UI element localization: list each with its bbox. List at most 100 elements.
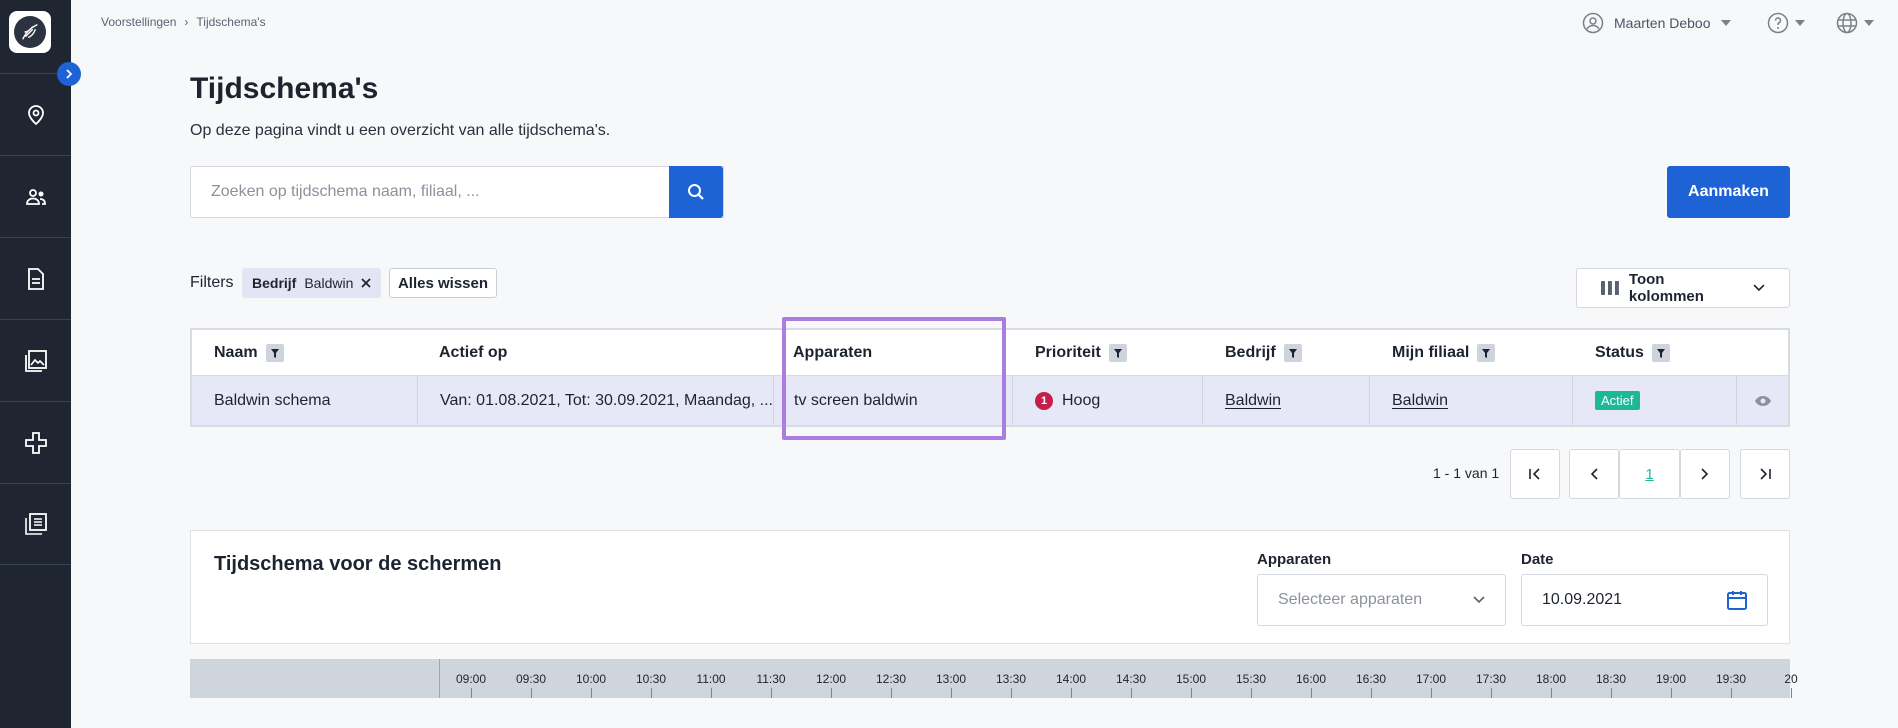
breadcrumb-item-current: Tijdschema's	[196, 15, 266, 29]
nav-plugins[interactable]	[0, 401, 71, 483]
last-page-button[interactable]	[1740, 449, 1790, 499]
language-menu[interactable]	[1836, 12, 1874, 34]
timeline-tick-mark	[1491, 688, 1492, 698]
timeline-tick-label: 14:00	[1055, 672, 1087, 686]
column-header-label: Mijn filiaal	[1392, 344, 1470, 361]
chevron-right-icon	[1701, 468, 1709, 480]
nav-documents[interactable]	[0, 237, 71, 319]
user-circle-icon	[1582, 12, 1604, 34]
filter-icon[interactable]	[1477, 344, 1496, 362]
devices-select-placeholder: Selecteer apparaten	[1278, 591, 1423, 608]
timeline-tick-label: 12:00	[815, 672, 847, 686]
next-page-button[interactable]	[1680, 449, 1730, 499]
page-subtitle: Op deze pagina vindt u een overzicht van…	[190, 122, 611, 139]
priority-label: Hoog	[1062, 391, 1101, 409]
timeline-tick-mark	[1311, 688, 1312, 698]
filter-icon[interactable]	[265, 344, 284, 362]
create-button[interactable]: Aanmaken	[1667, 166, 1790, 218]
timeline-tick-label: 11:00	[696, 672, 726, 686]
timeline-tick-label: 18:00	[1535, 672, 1567, 686]
user-menu[interactable]: Maarten Deboo	[1582, 12, 1731, 34]
timeline-tick-mark	[1371, 688, 1372, 698]
sidebar-expand-button[interactable]	[57, 62, 81, 86]
cell-priority: 1 Hoog	[1035, 376, 1100, 425]
filter-icon[interactable]	[1108, 344, 1127, 362]
nav-media[interactable]	[0, 319, 71, 401]
date-value: 10.09.2021	[1542, 591, 1623, 608]
app-logo[interactable]	[9, 11, 51, 53]
filter-icon[interactable]	[1283, 344, 1302, 362]
globe-icon	[1836, 12, 1858, 34]
location-pin-icon	[27, 104, 44, 125]
column-header-label: Bedrijf	[1225, 344, 1276, 361]
timeline-tick-label: 11:30	[756, 672, 786, 686]
column-header-label: Status	[1595, 344, 1644, 361]
timeline-tick-mark	[531, 688, 532, 698]
sidebar	[0, 0, 71, 728]
timeline-tick-mark	[711, 688, 712, 698]
filter-chip-bedrijf[interactable]: Bedrijf Baldwin	[242, 268, 382, 298]
column-header-name: Naam	[214, 344, 284, 362]
column-divider	[417, 376, 418, 425]
table-row[interactable]: Baldwin schema Van: 01.08.2021, Tot: 30.…	[192, 376, 1788, 425]
cell-active-on: Van: 01.08.2021, Tot: 30.09.2021, Maanda…	[440, 391, 773, 409]
prev-page-button[interactable]	[1569, 449, 1619, 499]
cell-name: Baldwin schema	[214, 391, 331, 409]
date-field[interactable]: 10.09.2021	[1521, 574, 1768, 626]
clear-filters-button[interactable]: Alles wissen	[389, 268, 497, 298]
timeline-tick-mark	[1011, 688, 1012, 698]
columns-icon	[1601, 281, 1619, 295]
devices-select[interactable]: Selecteer apparaten	[1257, 574, 1506, 626]
timeline-tick-mark	[831, 688, 832, 698]
page-number-button[interactable]: 1	[1619, 449, 1680, 499]
nav-users[interactable]	[0, 155, 71, 237]
column-divider	[773, 376, 774, 425]
filter-icon[interactable]	[1651, 344, 1670, 362]
first-page-button[interactable]	[1510, 449, 1560, 499]
timeline-tick-mark	[1251, 688, 1252, 698]
breadcrumb-item-voorstellingen[interactable]: Voorstellingen	[101, 15, 176, 29]
cell-branch-link[interactable]: Baldwin	[1392, 376, 1448, 425]
caret-down-icon	[1864, 20, 1874, 26]
caret-down-icon	[1720, 20, 1731, 26]
chevron-right-icon	[66, 69, 73, 79]
timeline-header: 09:00 09:30 10:00 10:30 11:00 11:30 12:00 12:30…	[190, 659, 1798, 698]
image-gallery-icon	[24, 349, 47, 372]
timeline-tick-label: 17:00	[1415, 672, 1447, 686]
timeline-tick-mark	[1551, 688, 1552, 698]
timeline-tick-mark	[951, 688, 952, 698]
view-button[interactable]	[1754, 376, 1772, 425]
last-page-icon	[1760, 468, 1771, 480]
date-label: Date	[1521, 551, 1554, 568]
help-menu[interactable]	[1767, 12, 1805, 34]
column-divider	[1572, 376, 1573, 425]
timeline-tick-mark	[1791, 688, 1792, 698]
eye-icon	[1755, 395, 1771, 406]
help-circle-icon	[1767, 12, 1789, 34]
column-header-active-on: Actief op	[439, 344, 507, 362]
timeline-tick-mark	[1611, 688, 1612, 698]
nav-locations[interactable]	[0, 73, 71, 155]
pagination-info: 1 - 1 van 1	[1433, 465, 1500, 481]
timeline-tick-label: 13:30	[995, 672, 1027, 686]
search-input[interactable]	[191, 167, 723, 217]
timeline-tick-label: 19:00	[1655, 672, 1687, 686]
column-header-label: Actief op	[439, 344, 508, 361]
cell-company-link[interactable]: Baldwin	[1225, 376, 1281, 425]
timeline-tick-label: 15:00	[1175, 672, 1207, 686]
timeline-tick-label: 09:30	[515, 672, 547, 686]
filter-chip-value: Baldwin	[304, 275, 354, 291]
nav-library[interactable]	[0, 483, 71, 565]
library-icon	[24, 513, 47, 535]
column-header-status: Status	[1595, 344, 1670, 362]
devices-label: Apparaten	[1257, 551, 1332, 568]
column-header-label: Naam	[214, 344, 258, 361]
close-icon[interactable]	[361, 278, 372, 288]
feather-logo-icon	[14, 16, 46, 48]
calendar-icon[interactable]	[1727, 590, 1747, 610]
show-columns-button[interactable]: Toon kolommen	[1576, 268, 1790, 308]
search-button[interactable]	[669, 166, 723, 218]
user-name: Maarten Deboo	[1614, 15, 1711, 31]
table-header: Naam Actief op Apparaten Prioriteit Bedr…	[192, 330, 1788, 376]
puzzle-cross-icon	[24, 431, 47, 454]
